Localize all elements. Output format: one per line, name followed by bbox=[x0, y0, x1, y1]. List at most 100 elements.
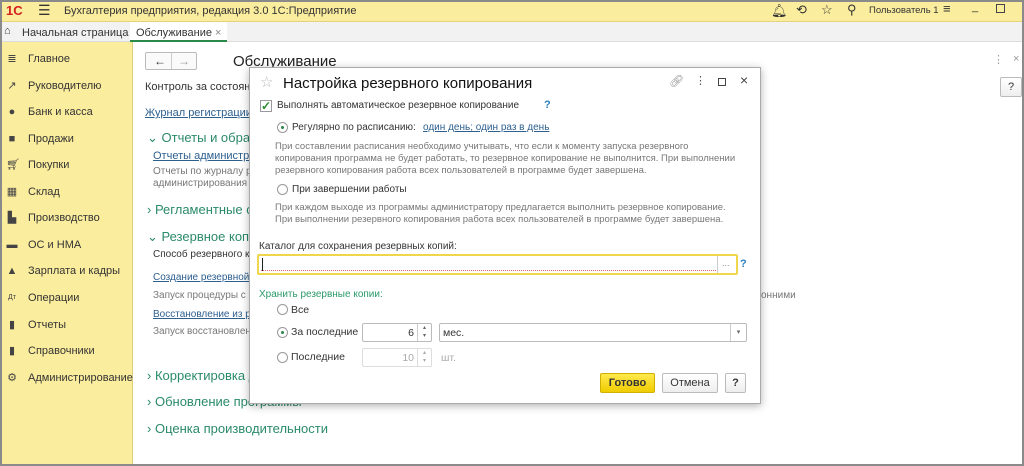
search-icon[interactable]: ⚲ bbox=[847, 2, 857, 18]
note-line: резервного копирования работа всех польз… bbox=[275, 165, 647, 176]
sidebar-item-salary[interactable]: ▲ Зарплата и кадры bbox=[6, 265, 121, 277]
sidebar-item-main[interactable]: ≣ Главное bbox=[6, 53, 70, 65]
kebab-icon[interactable]: ⋮ bbox=[993, 53, 1004, 66]
create-desc: Запуск процедуры с bbox=[153, 290, 246, 301]
factory-icon: ▙ bbox=[7, 212, 17, 224]
home-icon: ⌂ bbox=[4, 25, 11, 37]
app-title: Бухгалтерия предприятия, редакция 3.0 1С… bbox=[64, 5, 357, 17]
sidebar-item-manager[interactable]: ↗ Руководителю bbox=[6, 80, 101, 92]
close-icon[interactable]: × bbox=[740, 72, 748, 88]
star-icon[interactable]: ☆ bbox=[821, 2, 833, 18]
browse-button[interactable]: ... bbox=[722, 258, 730, 268]
backup-method: Способ резервного ко bbox=[153, 249, 256, 260]
help-button[interactable]: ? bbox=[725, 373, 746, 393]
person-icon: ▲ bbox=[6, 265, 18, 277]
bar-chart-icon: ▮ bbox=[8, 319, 16, 331]
settings-menu-icon[interactable]: ≡ bbox=[943, 1, 951, 16]
maximize-icon[interactable] bbox=[996, 4, 1005, 13]
coin-icon: ● bbox=[8, 106, 16, 118]
auto-backup-label: Выполнять автоматическое резервное копир… bbox=[277, 100, 520, 111]
chevron-down-icon[interactable]: ▾ bbox=[730, 324, 746, 341]
link-icon[interactable]: 🔗︎ bbox=[669, 74, 684, 88]
section-backup[interactable]: ⌄ Резервное копир bbox=[147, 229, 264, 245]
spinner[interactable]: ▴ ▾ bbox=[417, 324, 431, 341]
catalog-input[interactable]: ... bbox=[257, 254, 738, 275]
tab-home[interactable]: Начальная страница bbox=[22, 27, 128, 39]
close-tab-icon[interactable]: × bbox=[215, 27, 221, 39]
restore-link[interactable]: Восстановление из р bbox=[153, 309, 251, 320]
close-icon[interactable]: × bbox=[1013, 53, 1019, 65]
backup-settings-dialog: ☆ Настройка резервного копирования 🔗︎ ⋮ … bbox=[249, 67, 761, 404]
truck-icon: ▬ bbox=[6, 239, 18, 251]
keep-last-radio[interactable] bbox=[277, 352, 288, 363]
period-unit: мес. bbox=[443, 327, 465, 339]
control-text: Контроль за состояние bbox=[145, 81, 263, 93]
sidebar: ≣ Главное ↗ Руководителю ● Банк и касса ■ Пр… bbox=[0, 42, 133, 466]
sidebar-label: Руководителю bbox=[28, 80, 102, 92]
section-routine[interactable]: › Регламентные с bbox=[147, 202, 253, 217]
minimize-icon[interactable]: _ bbox=[972, 1, 978, 13]
keep-label: Хранить резервные копии: bbox=[259, 289, 383, 300]
create-desc-tail: онними bbox=[761, 290, 796, 301]
create-backup-link[interactable]: Создание резервной bbox=[153, 272, 249, 283]
section-perf[interactable]: › Оценка производительности bbox=[147, 421, 328, 436]
dt-kt-icon: Дт bbox=[8, 294, 16, 301]
sidebar-label: Зарплата и кадры bbox=[28, 265, 121, 277]
sidebar-item-assets[interactable]: ▬ ОС и НМА bbox=[6, 239, 82, 251]
ok-button[interactable]: Готово bbox=[600, 373, 655, 393]
keep-all-radio[interactable] bbox=[277, 304, 288, 315]
last-value-input[interactable]: 10 ▴ ▾ bbox=[362, 348, 432, 367]
back-button[interactable]: ← bbox=[154, 54, 166, 68]
schedule-radio[interactable] bbox=[277, 122, 288, 133]
sidebar-item-warehouse[interactable]: ▦ Склад bbox=[6, 186, 60, 198]
section-correct[interactable]: › Корректировка д bbox=[147, 368, 256, 383]
keep-period-label: За последние bbox=[291, 326, 359, 338]
kebab-icon[interactable]: ⋮ bbox=[695, 74, 706, 87]
divider bbox=[171, 53, 172, 69]
on-exit-radio[interactable] bbox=[277, 184, 288, 195]
forward-button[interactable]: → bbox=[178, 54, 190, 68]
sidebar-label: Справочники bbox=[28, 345, 95, 357]
note-line: При выполнении резервного копирования ра… bbox=[275, 214, 724, 225]
divider bbox=[717, 256, 718, 273]
help-icon[interactable]: ? bbox=[544, 99, 551, 111]
spinner[interactable]: ▴ ▾ bbox=[417, 349, 431, 366]
cart-icon: 🛒︎ bbox=[6, 159, 20, 171]
schedule-note: При составлении расписания необходимо уч… bbox=[275, 141, 735, 177]
user-name[interactable]: Пользователь 1 bbox=[869, 5, 939, 16]
warehouse-icon: ▦ bbox=[6, 186, 18, 198]
journal-link[interactable]: Журнал регистрации bbox=[145, 107, 252, 119]
sidebar-item-admin[interactable]: ⚙ Администрирование bbox=[6, 372, 133, 384]
keep-period-radio[interactable] bbox=[277, 327, 288, 338]
period-unit-select[interactable]: мес. ▾ bbox=[439, 323, 747, 342]
favorite-star-icon[interactable]: ☆ bbox=[260, 73, 273, 91]
help-button[interactable]: ? bbox=[1000, 77, 1022, 97]
section-label: Регламентные с bbox=[154, 202, 253, 217]
tab-maintenance[interactable]: Обслуживание × bbox=[130, 22, 228, 42]
auto-backup-checkbox[interactable]: ✓ bbox=[260, 100, 272, 112]
catalog-help-icon[interactable]: ? bbox=[740, 258, 747, 270]
sidebar-item-sales[interactable]: ■ Продажи bbox=[6, 133, 74, 145]
1c-logo: 1С bbox=[6, 3, 23, 18]
sidebar-label: Банк и касса bbox=[28, 106, 93, 118]
reports-desc: Отчеты по журналу р bbox=[153, 166, 252, 177]
last-value: 10 bbox=[402, 352, 414, 364]
maximize-icon[interactable] bbox=[718, 78, 726, 86]
cancel-button[interactable]: Отмена bbox=[662, 373, 718, 393]
sidebar-item-production[interactable]: ▙ Производство bbox=[6, 212, 100, 224]
sidebar-item-catalogs[interactable]: ▮ Справочники bbox=[6, 345, 95, 357]
sidebar-item-reports[interactable]: ▮ Отчеты bbox=[6, 319, 66, 331]
hamburger-icon[interactable]: ☰ bbox=[38, 2, 51, 19]
schedule-link[interactable]: один день; один раз в день bbox=[423, 122, 549, 133]
sidebar-label: Производство bbox=[28, 212, 100, 224]
sidebar-item-purchases[interactable]: 🛒︎ Покупки bbox=[6, 159, 69, 171]
period-value-input[interactable]: 6 ▴ ▾ bbox=[362, 323, 432, 342]
title-bar: 1С ☰ Бухгалтерия предприятия, редакция 3… bbox=[0, 0, 1024, 22]
sidebar-label: Покупки bbox=[28, 159, 70, 171]
history-icon[interactable]: ⟲ bbox=[796, 2, 807, 18]
sidebar-item-operations[interactable]: Дт Операции bbox=[6, 292, 79, 304]
section-reports[interactable]: ⌄ Отчеты и обрабо bbox=[147, 130, 265, 146]
tab-bar: ⌂ Начальная страница Обслуживание × bbox=[0, 22, 1024, 42]
bell-icon[interactable]: 🔔︎ bbox=[771, 3, 788, 19]
sidebar-item-bank[interactable]: ● Банк и касса bbox=[6, 106, 93, 118]
